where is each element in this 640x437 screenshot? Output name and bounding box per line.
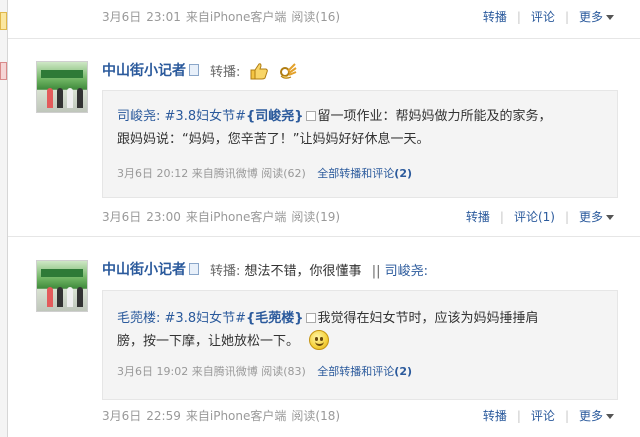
- quoted-post: 司峻尧: #3.8妇女节#{司峻尧} 留一项作业：帮妈妈做力所能及的家务， 跟妈妈…: [102, 90, 618, 198]
- separator: |: [499, 210, 504, 224]
- quoted-date: 3月6日: [117, 167, 153, 180]
- quoted-text-line2: 膀，按一下摩，让她放松一下。: [117, 334, 300, 349]
- image-attachment-icon[interactable]: [305, 111, 316, 121]
- separator: |: [564, 409, 569, 423]
- post-time: 23:01: [146, 10, 181, 24]
- left-rail: [0, 0, 8, 437]
- divider: [8, 236, 640, 237]
- comment-button[interactable]: 评论: [531, 409, 555, 423]
- post-meta-row: 3月6日 22:59 来自iPhone客户端 阅读(18) 转播 | 评论 | 更多: [8, 404, 640, 424]
- quoted-reads: 阅读(83): [261, 365, 306, 378]
- post-date: 3月6日: [102, 210, 142, 224]
- more-button[interactable]: 更多: [579, 210, 614, 224]
- quoted-time: 19:02: [156, 365, 189, 378]
- divider: [8, 38, 640, 39]
- notification-icon[interactable]: [0, 12, 7, 30]
- more-arrow-icon: [606, 15, 614, 20]
- more-button[interactable]: 更多: [579, 409, 614, 423]
- separator: |: [516, 409, 521, 423]
- repost-button[interactable]: 转播: [466, 210, 490, 224]
- mention-link[interactable]: 司峻尧:: [385, 264, 428, 279]
- post-time: 23:00: [146, 210, 181, 224]
- all-reposts-link[interactable]: 全部转播和评论(2): [317, 365, 412, 378]
- quoted-post-meta: 3月6日 20:12 来自腾讯微博 阅读(62) 全部转播和评论(2): [117, 165, 412, 181]
- post-meta-row: 3月6日 23:00 来自iPhone客户端 阅读(19) 转播 | 评论(1) | 更多: [8, 205, 640, 225]
- quoted-text-line1: 留一项作业：帮妈妈做力所能及的家务，: [317, 109, 552, 124]
- quoted-source[interactable]: 来自腾讯微博: [192, 167, 258, 180]
- repost-button[interactable]: 转播: [483, 10, 507, 24]
- feed: 3月6日 23:01 来自iPhone客户端 阅读(16) 转播 | 评论 | 更多 中山街小…: [8, 0, 640, 437]
- quoted-reads: 阅读(62): [261, 167, 306, 180]
- more-button[interactable]: 更多: [579, 10, 614, 24]
- author-name[interactable]: 中山街小记者: [102, 60, 199, 80]
- mention-link[interactable]: {毛蔸楼}: [246, 311, 304, 326]
- post-reads: 阅读(16): [291, 10, 341, 24]
- hashtag-link[interactable]: #3.8妇女节#: [165, 109, 246, 124]
- post-reads: 阅读(18): [291, 409, 341, 423]
- author-name[interactable]: 中山街小记者: [102, 259, 199, 279]
- quoted-author[interactable]: 毛蔸楼:: [117, 311, 160, 326]
- quoted-time: 20:12: [156, 167, 189, 180]
- quoted-date: 3月6日: [117, 365, 153, 378]
- quoted-post-meta: 3月6日 19:02 来自腾讯微博 阅读(83) 全部转播和评论(2): [117, 363, 412, 379]
- quoted-author[interactable]: 司峻尧:: [117, 109, 160, 124]
- more-arrow-icon: [606, 414, 614, 419]
- verified-badge-icon: [189, 263, 199, 275]
- quoted-post: 毛蔸楼: #3.8妇女节#{毛蔸楼} 我觉得在妇女节时，应该为妈妈捶捶肩 膀，按一…: [102, 290, 618, 400]
- quoted-post-text: 毛蔸楼: #3.8妇女节#{毛蔸楼} 我觉得在妇女节时，应该为妈妈捶捶肩 膀，按一…: [117, 307, 597, 353]
- repost-button[interactable]: 转播: [483, 409, 507, 423]
- avatar[interactable]: [36, 260, 88, 312]
- all-reposts-link[interactable]: 全部转播和评论(2): [317, 167, 412, 180]
- ok-hand-emoji: [279, 63, 297, 79]
- quoted-source[interactable]: 来自腾讯微博: [192, 365, 258, 378]
- repost-label: 转播:: [210, 65, 241, 80]
- quoted-text-line1: 我觉得在妇女节时，应该为妈妈捶捶肩: [317, 311, 539, 326]
- post-date: 3月6日: [102, 10, 142, 24]
- image-attachment-icon[interactable]: [305, 313, 316, 323]
- post-source[interactable]: 来自iPhone客户端: [186, 210, 287, 224]
- post-meta-row: 3月6日 23:01 来自iPhone客户端 阅读(16) 转播 | 评论 | 更多: [8, 5, 640, 25]
- post-source[interactable]: 来自iPhone客户端: [186, 409, 287, 423]
- post-date: 3月6日: [102, 409, 142, 423]
- post-source[interactable]: 来自iPhone客户端: [186, 10, 287, 24]
- post-text: 转播:: [210, 61, 297, 80]
- verified-badge-icon: [189, 64, 199, 76]
- thumbs-up-emoji: [250, 63, 268, 80]
- comment-button[interactable]: 评论: [531, 10, 555, 24]
- more-arrow-icon: [606, 215, 614, 220]
- repost-comment: 想法不错，你很懂事: [244, 264, 362, 279]
- hashtag-link[interactable]: #3.8妇女节#: [165, 311, 246, 326]
- bookmark-icon[interactable]: [0, 62, 7, 80]
- smiley-emoji: [309, 330, 330, 350]
- comment-button[interactable]: 评论(1): [514, 210, 555, 224]
- avatar[interactable]: [36, 61, 88, 113]
- separator: |: [516, 10, 521, 24]
- separator: |: [564, 210, 569, 224]
- post-text: 转播: 想法不错，你很懂事 || 司峻尧:: [210, 260, 428, 279]
- post-time: 22:59: [146, 409, 181, 423]
- quoted-post-text: 司峻尧: #3.8妇女节#{司峻尧} 留一项作业：帮妈妈做力所能及的家务， 跟妈妈…: [117, 105, 597, 151]
- separator: |: [564, 10, 569, 24]
- quoted-text-line2: 跟妈妈说：“妈妈，您辛苦了！”让妈妈好好休息一天。: [117, 132, 430, 147]
- repost-label: 转播:: [210, 264, 241, 279]
- separator: ||: [371, 264, 381, 279]
- mention-link[interactable]: {司峻尧}: [246, 109, 304, 124]
- post-reads: 阅读(19): [291, 210, 341, 224]
